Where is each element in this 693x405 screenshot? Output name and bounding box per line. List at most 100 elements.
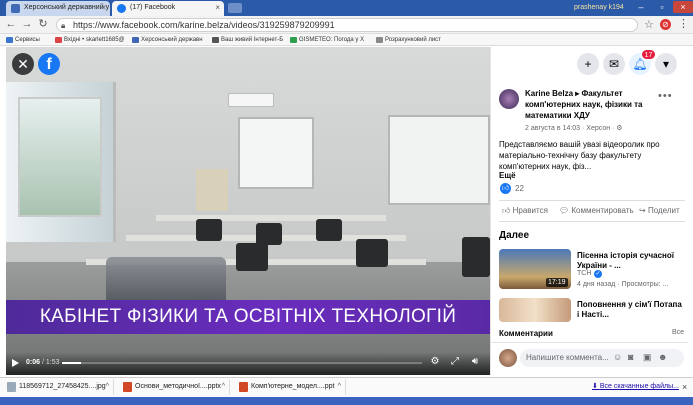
bookmark-university[interactable]: Херсонський державн — [132, 35, 203, 45]
chevron-up-icon[interactable]: ^ — [338, 379, 341, 395]
camera-icon[interactable]: ◙ — [628, 352, 633, 362]
browser-menu-icon[interactable]: ⋮ — [678, 17, 689, 30]
globe-icon — [212, 37, 219, 43]
emoji-icon[interactable]: ☺ — [613, 352, 622, 362]
user-avatar[interactable] — [499, 349, 517, 367]
volume-icon[interactable]: 🔊︎ — [469, 356, 481, 368]
facebook-favicon-icon — [117, 4, 126, 13]
video-chair — [236, 243, 268, 271]
bookmark-payslip[interactable]: Розрахунковий лист — [376, 35, 441, 45]
channel-name[interactable]: ТСН — [577, 270, 591, 277]
back-arrow-icon[interactable]: ← — [4, 17, 18, 31]
video-thumbnail[interactable] — [499, 298, 571, 322]
comments-heading: Комментарии — [499, 329, 553, 338]
apps-grid-icon — [6, 37, 13, 43]
download-item[interactable]: Основи_методичної....pptx ^ — [120, 379, 230, 395]
like-reaction-icon: 👍︎ — [500, 183, 511, 194]
notifications-badge: 17 — [641, 49, 656, 60]
image-file-icon — [7, 382, 16, 392]
like-button[interactable]: 👍︎ Нравится — [502, 205, 548, 217]
lock-icon[interactable]: 🔒︎ — [61, 21, 65, 31]
see-more-link[interactable]: Ещё — [499, 171, 516, 180]
window-close-icon[interactable]: × — [673, 1, 693, 13]
download-item[interactable]: 118569712_27458425....jpg ^ — [4, 379, 114, 395]
close-tab-icon[interactable]: × — [101, 1, 106, 15]
bookmark-internet[interactable]: Ваш живий Інтернет-Б — [212, 35, 283, 45]
video-chair — [256, 223, 282, 245]
profile-chip[interactable]: prashenay k194 — [574, 2, 624, 13]
settings-gear-icon[interactable]: ⚙ — [429, 356, 441, 368]
share-icon: ↪ — [639, 206, 648, 215]
minimize-icon[interactable]: – — [631, 1, 651, 13]
video-chair — [356, 239, 388, 267]
play-icon[interactable] — [12, 359, 19, 367]
create-plus-button[interactable]: + — [577, 53, 599, 75]
video-meta: 4 дня назад · Просмотры: ... — [577, 281, 669, 288]
video-chair — [196, 219, 222, 241]
video-whiteboard — [388, 115, 490, 205]
bookmark-star-icon[interactable]: ☆ — [644, 18, 654, 31]
total-time: / 1:53 — [42, 359, 60, 366]
fullscreen-icon[interactable]: ⤢ — [449, 356, 461, 368]
post-options-icon[interactable]: ••• — [658, 90, 673, 102]
like-count[interactable]: 22 — [515, 183, 524, 194]
video-window-pane — [18, 97, 102, 217]
post-meta: 2 августа в 14:03 · Херсон · ⚙ — [525, 125, 623, 132]
extension-icon[interactable]: ⊘ — [660, 19, 671, 30]
verified-check-icon: ✓ — [594, 270, 602, 278]
facebook-logo-icon[interactable]: f — [38, 53, 60, 75]
share-button[interactable]: ↪ Поделит — [639, 205, 680, 217]
author-avatar[interactable] — [499, 89, 519, 109]
sticker-icon[interactable]: ☻ — [658, 352, 667, 362]
pptx-file-icon — [123, 382, 132, 392]
university-icon — [132, 37, 139, 43]
video-desk — [156, 215, 386, 221]
download-arrow-icon: ⬇ — [592, 383, 600, 390]
close-download-bar-icon[interactable]: × — [682, 379, 687, 395]
comment-button[interactable]: 💬︎ Комментировать — [559, 205, 634, 217]
video-progress-fill — [62, 362, 82, 364]
ppt-file-icon — [239, 382, 248, 392]
video-player[interactable]: КАБІНЕТ ФІЗИКИ ТА ОСВІТНІХ ТЕХНОЛОГІЙ — [6, 47, 490, 375]
divider — [490, 342, 688, 343]
comments-filter[interactable]: Все — [672, 329, 684, 336]
maximize-icon[interactable]: ▫ — [652, 1, 672, 13]
current-time: 0:06 — [26, 359, 41, 366]
new-tab-button[interactable] — [228, 3, 242, 13]
address-bar[interactable]: https://www.facebook.com/karine.belza/vi… — [56, 18, 638, 32]
video-whiteboard — [238, 117, 314, 189]
mail-icon — [55, 37, 62, 43]
os-taskbar — [0, 397, 693, 405]
close-tab-icon[interactable]: × — [215, 1, 220, 15]
gif-icon[interactable]: ▣ — [643, 352, 652, 363]
chevron-up-icon[interactable]: ^ — [106, 379, 109, 395]
messenger-button[interactable]: ✉ — [603, 53, 625, 75]
video-progress-track[interactable] — [62, 362, 422, 364]
video-chair — [316, 219, 342, 241]
divider — [499, 200, 685, 201]
next-video-title[interactable]: Поповнення у сім'ї Потапа і Насті... — [577, 300, 685, 320]
video-air-conditioner — [228, 93, 274, 107]
show-all-downloads-link[interactable]: ⬇ Все скачанные файлы... — [592, 379, 679, 395]
tab-university[interactable]: Херсонський державний у × — [6, 1, 110, 16]
chevron-up-icon[interactable]: ^ — [222, 379, 225, 395]
divider — [499, 221, 685, 222]
bookmark-mail[interactable]: Вхідні • skarlett1685@ — [55, 35, 125, 45]
reload-icon[interactable]: ↻ — [36, 17, 50, 31]
tab-facebook[interactable]: (17) Facebook × — [112, 1, 224, 16]
up-next-heading: Далее — [499, 230, 530, 241]
forward-arrow-icon[interactable]: → — [20, 17, 34, 31]
bookmark-weather[interactable]: GISMETEO: Погода у Х — [290, 35, 364, 45]
weather-icon — [290, 37, 297, 43]
next-video-title[interactable]: Пісенна історія сучасної України - ... — [577, 251, 685, 271]
video-chair — [462, 237, 490, 277]
account-menu-button[interactable]: ▾ — [655, 53, 677, 75]
document-icon — [376, 37, 383, 43]
download-item[interactable]: Комп'ютерне_модел....ppt ^ — [236, 379, 346, 395]
bookmark-apps[interactable]: Сервисы — [6, 35, 40, 45]
comment-icon: 💬︎ — [559, 206, 572, 215]
close-video-button[interactable]: ✕ — [12, 53, 34, 75]
post-author[interactable]: Karine Belza ▸ Факультет комп'ютерних на… — [525, 88, 655, 121]
video-banner-title: КАБІНЕТ ФІЗИКИ ТА ОСВІТНІХ ТЕХНОЛОГІЙ — [39, 306, 457, 327]
university-favicon-icon — [11, 4, 20, 13]
